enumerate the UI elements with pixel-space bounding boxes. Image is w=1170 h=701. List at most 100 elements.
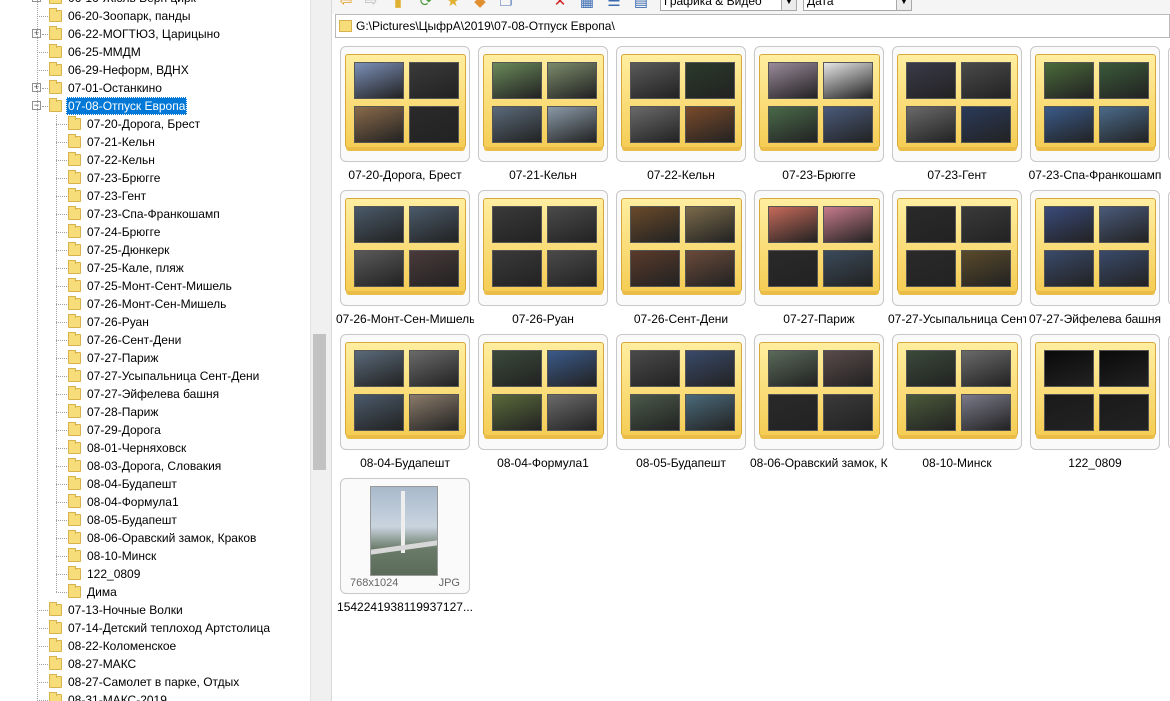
photo-thumbnail[interactable]: 768x1024 JPG bbox=[340, 478, 470, 594]
tree-item[interactable]: 07-23-Спа-Франкошамп bbox=[0, 205, 310, 223]
thumbnail-label[interactable]: 08-06-Оравский замок, Краков bbox=[750, 456, 888, 470]
tree-item[interactable]: 07-01-Останкино + bbox=[0, 79, 310, 97]
delete-icon[interactable]: ✕ bbox=[552, 0, 568, 10]
folder-thumbnail[interactable] bbox=[616, 334, 746, 450]
thumbnail-label[interactable]: 07-26-Монт-Сен-Мишель bbox=[336, 312, 474, 326]
tree-item[interactable]: 08-05-Будапешт bbox=[0, 511, 310, 529]
thumbnail-label[interactable]: 07-27-Эйфелева башня bbox=[1026, 312, 1164, 326]
back-arrow-icon[interactable]: ⇦ bbox=[338, 0, 354, 10]
folder-thumbnail[interactable] bbox=[1030, 190, 1160, 306]
tree-item[interactable]: 08-22-Коломенское bbox=[0, 637, 310, 655]
thumbnail-label[interactable]: 07-23-Брюгге bbox=[750, 168, 888, 182]
folder-thumbnail[interactable] bbox=[1030, 46, 1160, 162]
tree-item[interactable]: 06-29-Неформ, ВДНХ bbox=[0, 61, 310, 79]
tree-scrollbar-thumb[interactable] bbox=[313, 334, 326, 470]
folder-thumbnail[interactable] bbox=[478, 334, 608, 450]
thumbnail-label[interactable]: 07-27-Усыпальница Сент-Дени bbox=[888, 312, 1026, 326]
favorite-star-icon[interactable]: ★ bbox=[445, 0, 461, 10]
tree-item[interactable]: 07-28-Париж bbox=[0, 403, 310, 421]
forward-arrow-icon[interactable]: ⇨ bbox=[363, 0, 379, 10]
preview-photo bbox=[354, 206, 404, 243]
folder-thumbnail[interactable] bbox=[616, 46, 746, 162]
tree-item[interactable]: 07-26-Сент-Дени bbox=[0, 331, 310, 349]
tree-item[interactable]: 07-24-Брюгге bbox=[0, 223, 310, 241]
tree-item[interactable]: 06-20-Зоопарк, панды bbox=[0, 7, 310, 25]
thumbnail-label[interactable]: 07-22-Кельн bbox=[612, 168, 750, 182]
thumbnail-label[interactable]: 07-26-Руан bbox=[474, 312, 612, 326]
filter-dropdown[interactable]: Графика & Видео ▼ bbox=[660, 0, 797, 11]
folder-thumbnail[interactable] bbox=[616, 190, 746, 306]
tree-item[interactable]: 07-26-Монт-Сен-Мишель bbox=[0, 295, 310, 313]
view-list-icon[interactable]: ☰ bbox=[606, 0, 622, 10]
tree-item[interactable]: 07-20-Дорога, Брест bbox=[0, 115, 310, 133]
tree-item[interactable]: 08-04-Будапешт bbox=[0, 475, 310, 493]
thumbnail-label[interactable]: 08-05-Будапешт bbox=[612, 456, 750, 470]
thumbnail-label[interactable]: 1542241938119937127... bbox=[336, 600, 474, 614]
tree-item[interactable]: 06-16-Жюль Верн цирк+ bbox=[0, 0, 310, 7]
view-details-icon[interactable]: ▦ bbox=[579, 0, 595, 10]
thumbnail-label[interactable]: 08-04-Формула1 bbox=[474, 456, 612, 470]
tree-item[interactable]: 08-31-МАКС-2019 bbox=[0, 691, 310, 701]
refresh-icon[interactable]: ⟳ bbox=[418, 0, 434, 10]
folder-thumbnail[interactable] bbox=[892, 46, 1022, 162]
tree-item[interactable]: 08-01-Черняховск bbox=[0, 439, 310, 457]
thumbnail-label[interactable]: 122_0809 bbox=[1026, 456, 1164, 470]
tree-scrollbar[interactable] bbox=[310, 0, 327, 701]
tree-item[interactable]: 08-27-Самолет в парке, Отдых bbox=[0, 673, 310, 691]
tag-icon[interactable]: ◆ bbox=[472, 0, 488, 10]
tree-item[interactable]: 07-26-Руан bbox=[0, 313, 310, 331]
tree-item[interactable]: 08-10-Минск bbox=[0, 547, 310, 565]
tree-item[interactable]: 06-22-МОГТЮЗ, Царицыно + bbox=[0, 25, 310, 43]
tree-item[interactable]: 08-04-Формула1 bbox=[0, 493, 310, 511]
bookmark-icon[interactable]: ▮ bbox=[390, 0, 406, 10]
folder-thumbnail[interactable] bbox=[478, 190, 608, 306]
folder-thumbnail[interactable] bbox=[340, 46, 470, 162]
tree-item[interactable]: 08-06-Оравский замок, Краков bbox=[0, 529, 310, 547]
folder-tree[interactable]: 06-16-Жюль Верн цирк+ 06-20-Зоопарк, панд… bbox=[0, 0, 310, 701]
tree-item[interactable]: 07-21-Кельн bbox=[0, 133, 310, 151]
address-bar[interactable]: G:\Pictures\ЦыфрА\2019\07-08-Отпуск Евро… bbox=[335, 14, 1170, 38]
tree-item[interactable]: 07-22-Кельн bbox=[0, 151, 310, 169]
folder-thumbnail[interactable] bbox=[754, 46, 884, 162]
thumbnail-label[interactable]: 07-27-Париж bbox=[750, 312, 888, 326]
view-tiles-icon[interactable]: ▤ bbox=[633, 0, 649, 10]
folder-thumbnail[interactable] bbox=[892, 334, 1022, 450]
tree-item[interactable]: 07-13-Ночные Волки bbox=[0, 601, 310, 619]
folder-thumbnail[interactable] bbox=[478, 46, 608, 162]
folder-thumbnail[interactable] bbox=[754, 334, 884, 450]
chevron-down-icon[interactable]: ▼ bbox=[896, 0, 911, 10]
thumbnail-label[interactable]: 07-21-Кельн bbox=[474, 168, 612, 182]
tree-item[interactable]: 07-27-Усыпальница Сент-Дени bbox=[0, 367, 310, 385]
folder-thumbnail[interactable] bbox=[892, 190, 1022, 306]
tree-item[interactable]: 07-25-Кале, пляж bbox=[0, 259, 310, 277]
tree-item[interactable]: 07-25-Дюнкерк bbox=[0, 241, 310, 259]
address-path[interactable]: G:\Pictures\ЦыфрА\2019\07-08-Отпуск Евро… bbox=[356, 19, 615, 33]
folder-thumbnail[interactable] bbox=[754, 190, 884, 306]
chevron-down-icon[interactable]: ▼ bbox=[781, 0, 796, 10]
thumbnail-grid[interactable]: 07-20-Дорога, Брест 07-21-Кельн 07-22-Кель… bbox=[332, 39, 1170, 701]
tree-item[interactable]: 07-14-Детский теплоход Артстолица bbox=[0, 619, 310, 637]
tree-item[interactable]: 07-25-Монт-Сент-Мишель bbox=[0, 277, 310, 295]
thumbnail-label[interactable]: 07-23-Спа-Франкошамп bbox=[1026, 168, 1164, 182]
folder-thumbnail[interactable] bbox=[340, 190, 470, 306]
tree-item[interactable]: 122_0809 bbox=[0, 565, 310, 583]
thumbnail-label[interactable]: 07-23-Гент bbox=[888, 168, 1026, 182]
thumbnail-label[interactable]: 07-20-Дорога, Брест bbox=[336, 168, 474, 182]
thumbnail-label[interactable]: 08-10-Минск bbox=[888, 456, 1026, 470]
tree-item[interactable]: 07-08-Отпуск Европа − bbox=[0, 97, 310, 115]
tree-item[interactable]: 07-27-Париж bbox=[0, 349, 310, 367]
tree-item[interactable]: 06-25-ММДМ bbox=[0, 43, 310, 61]
sort-dropdown[interactable]: Дата ▼ bbox=[803, 0, 912, 11]
tree-item[interactable]: Дима bbox=[0, 583, 310, 601]
tree-item[interactable]: 08-27-МАКС bbox=[0, 655, 310, 673]
thumbnail-label[interactable]: 08-04-Будапешт bbox=[336, 456, 474, 470]
copy-icon[interactable]: ❐ bbox=[498, 0, 514, 10]
folder-thumbnail[interactable] bbox=[1030, 334, 1160, 450]
tree-item[interactable]: 07-23-Гент bbox=[0, 187, 310, 205]
tree-item[interactable]: 08-03-Дорога, Словакия bbox=[0, 457, 310, 475]
tree-item[interactable]: 07-29-Дорога bbox=[0, 421, 310, 439]
tree-item[interactable]: 07-23-Брюгге bbox=[0, 169, 310, 187]
thumbnail-label[interactable]: 07-26-Сент-Дени bbox=[612, 312, 750, 326]
folder-thumbnail[interactable] bbox=[340, 334, 470, 450]
tree-item[interactable]: 07-27-Эйфелева башня bbox=[0, 385, 310, 403]
